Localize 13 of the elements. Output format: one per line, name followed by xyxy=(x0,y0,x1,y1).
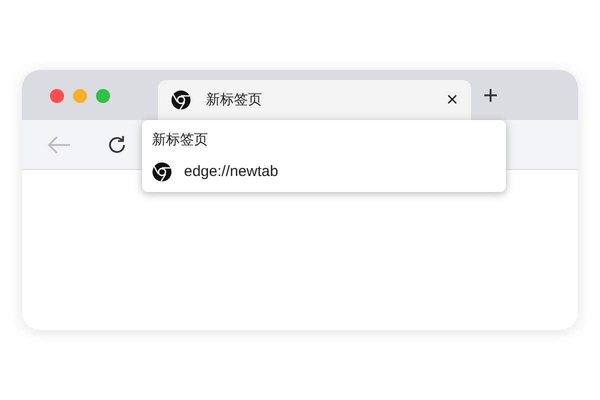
close-tab-button[interactable]: × xyxy=(446,90,458,110)
tooltip-title: 新标签页 xyxy=(152,131,209,150)
minimize-window-icon[interactable] xyxy=(73,89,87,103)
browser-tab[interactable]: 新标签页 × xyxy=(158,80,471,120)
reload-icon[interactable] xyxy=(106,134,128,156)
new-tab-button[interactable]: + xyxy=(483,82,498,108)
maximize-window-icon[interactable] xyxy=(96,89,110,103)
tooltip-url: edge://newtab xyxy=(184,162,278,182)
back-arrow-icon[interactable] xyxy=(46,134,72,154)
close-window-icon[interactable] xyxy=(50,89,64,103)
tab-title: 新标签页 xyxy=(206,90,262,110)
browser-logo-icon xyxy=(152,162,172,182)
browser-logo-icon xyxy=(171,90,191,110)
